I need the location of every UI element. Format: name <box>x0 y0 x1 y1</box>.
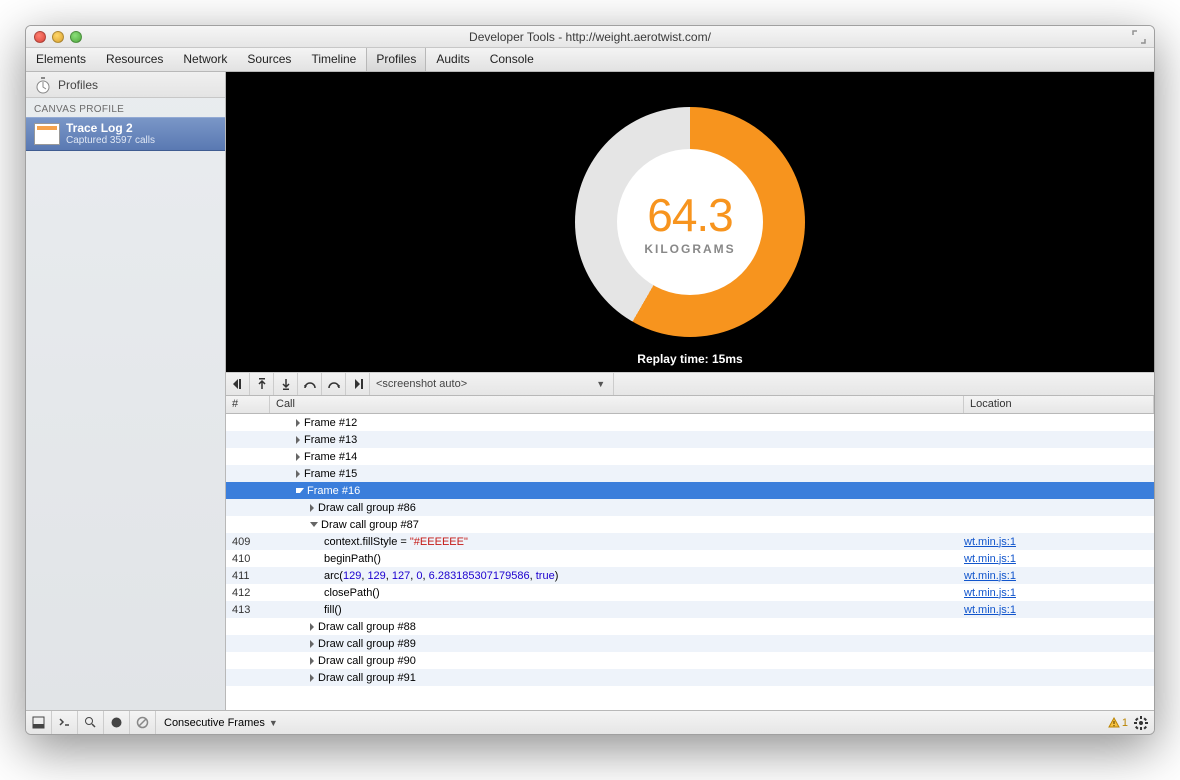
devtools-window: Developer Tools - http://weight.aerotwis… <box>25 25 1155 735</box>
sidebar-item-subtitle: Captured 3597 calls <box>66 135 155 146</box>
expand-icon[interactable] <box>1132 30 1146 44</box>
frame-row[interactable]: Frame #16 <box>226 482 1154 499</box>
replay-next-draw-button[interactable] <box>322 373 346 395</box>
call-row[interactable]: 411arc(129, 129, 127, 0, 6.2831853071795… <box>226 567 1154 584</box>
close-window-button[interactable] <box>34 31 46 43</box>
screenshot-select[interactable]: <screenshot auto> ▼ <box>370 373 614 395</box>
call-row[interactable]: 409context.fillStyle = "#EEEEEE"wt.min.j… <box>226 533 1154 550</box>
step-forward-button[interactable] <box>274 373 298 395</box>
source-link[interactable]: wt.min.js:1 <box>964 553 1016 565</box>
draw-group-row[interactable]: Draw call group #90 <box>226 652 1154 669</box>
profiles-sidebar: Profiles CANVAS PROFILE Trace Log 2 Capt… <box>26 72 226 710</box>
source-link[interactable]: wt.min.js:1 <box>964 587 1016 599</box>
tab-audits[interactable]: Audits <box>426 48 479 71</box>
draw-group-row[interactable]: Draw call group #87 <box>226 516 1154 533</box>
call-row[interactable]: 410beginPath()wt.min.js:1 <box>226 550 1154 567</box>
sidebar-header-label: Profiles <box>58 78 98 92</box>
titlebar: Developer Tools - http://weight.aerotwis… <box>26 26 1154 48</box>
sidebar-item-title: Trace Log 2 <box>66 122 155 135</box>
tab-resources[interactable]: Resources <box>96 48 173 71</box>
replay-controls: <screenshot auto> ▼ <box>226 372 1154 396</box>
weight-gauge: 64.3 KILOGRAMS <box>575 107 805 337</box>
replay-prev-draw-button[interactable] <box>298 373 322 395</box>
record-button[interactable] <box>104 711 130 734</box>
prev-frame-button[interactable] <box>226 373 250 395</box>
tab-profiles[interactable]: Profiles <box>366 48 426 71</box>
frame-row[interactable]: Frame #13 <box>226 431 1154 448</box>
traffic-lights <box>26 31 82 43</box>
frame-row[interactable]: Frame #14 <box>226 448 1154 465</box>
warning-icon <box>1108 717 1120 729</box>
trace-thumbnail-icon <box>34 123 60 145</box>
tab-sources[interactable]: Sources <box>237 48 301 71</box>
dock-button[interactable] <box>26 711 52 734</box>
draw-group-row[interactable]: Draw call group #88 <box>226 618 1154 635</box>
search-button[interactable] <box>78 711 104 734</box>
source-link[interactable]: wt.min.js:1 <box>964 570 1016 582</box>
capture-mode-select[interactable]: Consecutive Frames ▼ <box>156 717 286 729</box>
sidebar-header: Profiles <box>26 72 225 98</box>
tab-elements[interactable]: Elements <box>26 48 96 71</box>
gauge-unit: KILOGRAMS <box>644 242 735 256</box>
sidebar-item-trace-log[interactable]: Trace Log 2 Captured 3597 calls <box>26 117 225 151</box>
frame-row[interactable]: Frame #15 <box>226 465 1154 482</box>
tab-network[interactable]: Network <box>173 48 237 71</box>
sidebar-section-label: CANVAS PROFILE <box>26 98 225 117</box>
gauge-value: 64.3 <box>647 188 733 242</box>
dropdown-icon: ▼ <box>269 718 278 728</box>
step-back-button[interactable] <box>250 373 274 395</box>
col-call[interactable]: Call <box>270 396 964 413</box>
source-link[interactable]: wt.min.js:1 <box>964 536 1016 548</box>
call-row[interactable]: 413fill()wt.min.js:1 <box>226 601 1154 618</box>
stopwatch-icon <box>34 76 52 94</box>
col-number[interactable]: # <box>226 396 270 413</box>
warnings-badge[interactable]: 1 <box>1108 717 1128 729</box>
zoom-window-button[interactable] <box>70 31 82 43</box>
dropdown-icon: ▼ <box>596 379 605 389</box>
col-location[interactable]: Location <box>964 396 1154 413</box>
frame-row[interactable]: Frame #12 <box>226 414 1154 431</box>
tab-timeline[interactable]: Timeline <box>301 48 366 71</box>
canvas-replay-viewport: 64.3 KILOGRAMS Replay time: 15ms <box>226 72 1154 372</box>
call-row[interactable]: 412closePath()wt.min.js:1 <box>226 584 1154 601</box>
draw-group-row[interactable]: Draw call group #86 <box>226 499 1154 516</box>
source-link[interactable]: wt.min.js:1 <box>964 604 1016 616</box>
trace-table-header: # Call Location <box>226 396 1154 414</box>
next-frame-button[interactable] <box>346 373 370 395</box>
tab-console[interactable]: Console <box>480 48 544 71</box>
statusbar: Consecutive Frames ▼ 1 <box>26 710 1154 734</box>
replay-time: Replay time: 15ms <box>226 352 1154 366</box>
main-panel: 64.3 KILOGRAMS Replay time: 15ms <screen… <box>226 72 1154 710</box>
panel-tabs: ElementsResourcesNetworkSourcesTimelineP… <box>26 48 1154 72</box>
window-title: Developer Tools - http://weight.aerotwis… <box>26 30 1154 44</box>
draw-group-row[interactable]: Draw call group #89 <box>226 635 1154 652</box>
trace-table-body[interactable]: Frame #12Frame #13Frame #14Frame #15Fram… <box>226 414 1154 710</box>
settings-gear-icon[interactable] <box>1134 716 1148 730</box>
minimize-window-button[interactable] <box>52 31 64 43</box>
draw-group-row[interactable]: Draw call group #91 <box>226 669 1154 686</box>
clear-button[interactable] <box>130 711 156 734</box>
console-toggle-button[interactable] <box>52 711 78 734</box>
